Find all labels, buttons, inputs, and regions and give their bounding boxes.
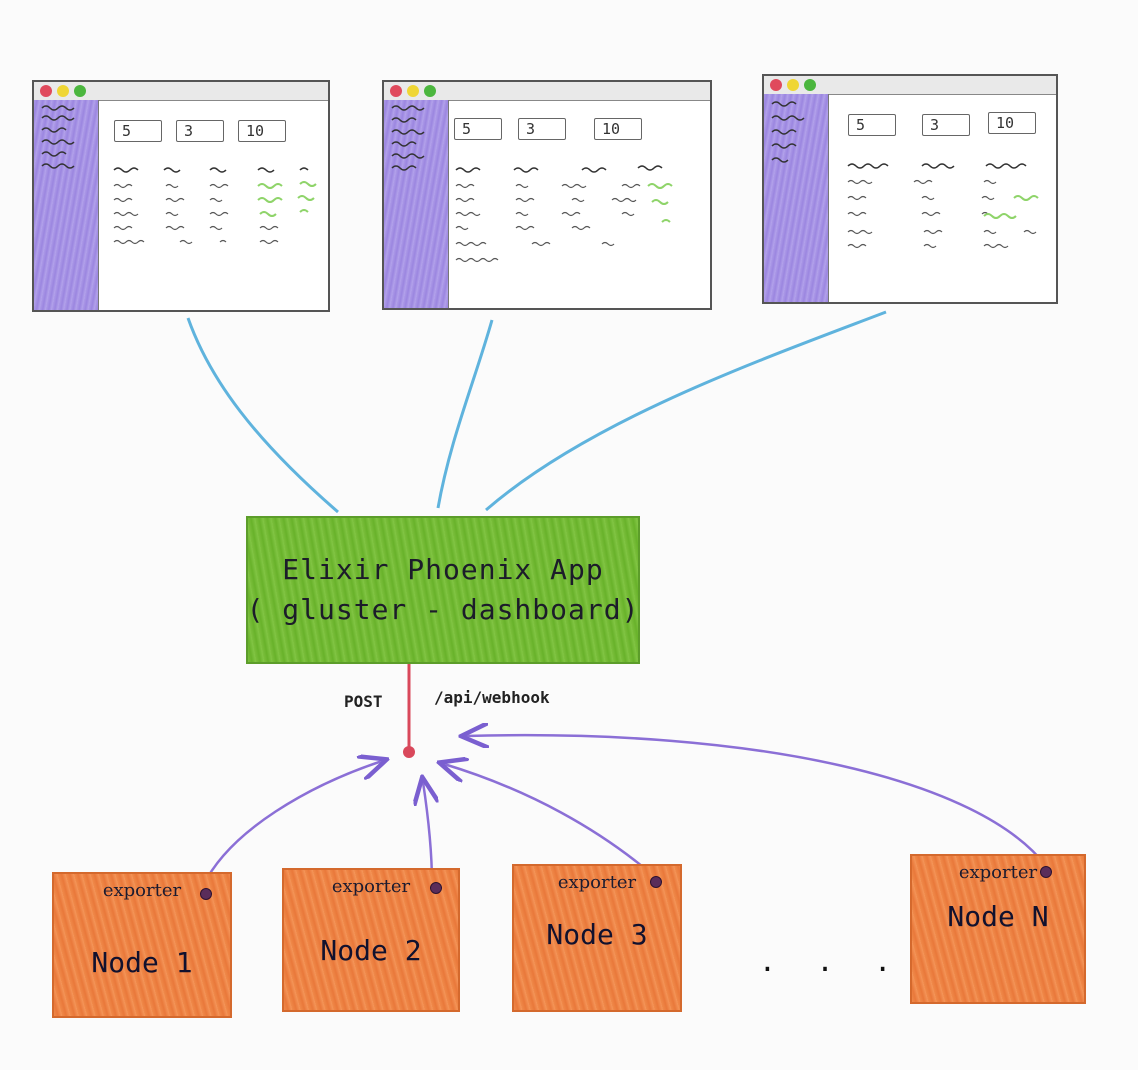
node-box-3: exporter Node 3 <box>512 864 682 1012</box>
maximize-icon <box>424 85 436 97</box>
browser-3-link <box>485 310 887 512</box>
title-bar <box>384 82 710 101</box>
sidebar-menu-scribbles <box>41 105 75 169</box>
table-scribbles <box>455 165 673 263</box>
node-name: Node 2 <box>320 934 422 967</box>
node-box-2: exporter Node 2 <box>282 868 460 1012</box>
node-box-1: exporter Node 1 <box>52 872 232 1018</box>
webhook-endpoint-dot <box>403 746 415 758</box>
more-nodes-ellipsis: . . . <box>762 940 907 980</box>
sidebar-menu-scribbles <box>771 101 805 163</box>
close-icon <box>40 85 52 97</box>
exporter-port-dot <box>200 888 212 900</box>
browser-window-2: 5 3 10 <box>382 80 712 310</box>
maximize-icon <box>74 85 86 97</box>
app-title: Elixir Phoenix App <box>282 553 604 586</box>
stat-box: 3 <box>922 114 970 136</box>
node-name: Node 1 <box>91 946 193 979</box>
maximize-icon <box>804 79 816 91</box>
title-bar <box>764 76 1056 95</box>
node-name: Node 3 <box>546 918 648 951</box>
sidebar <box>384 100 449 308</box>
minimize-icon <box>407 85 419 97</box>
exporter-label: exporter <box>958 862 1038 883</box>
app-subtitle: ( gluster - dashboard) <box>246 593 640 626</box>
table-scribbles <box>847 163 1039 249</box>
browser-window-3: 5 3 10 <box>762 74 1058 304</box>
stat-box: 3 <box>518 118 566 140</box>
stat-box: 3 <box>176 120 224 142</box>
webhook-method-label: POST <box>344 692 383 711</box>
webhook-path-label: /api/webhook <box>434 688 550 707</box>
close-icon <box>770 79 782 91</box>
close-icon <box>390 85 402 97</box>
exporter-port-dot <box>650 876 662 888</box>
stat-box: 5 <box>848 114 896 136</box>
stat-box: 5 <box>454 118 502 140</box>
exporter-port-dot <box>430 882 442 894</box>
minimize-icon <box>787 79 799 91</box>
sidebar-menu-scribbles <box>391 105 425 171</box>
exporter-port-dot <box>1040 866 1052 878</box>
minimize-icon <box>57 85 69 97</box>
title-bar <box>34 82 328 101</box>
stat-box: 10 <box>594 118 642 140</box>
node-name: Node N <box>947 900 1049 933</box>
browser-2-link <box>436 319 494 509</box>
sidebar <box>34 100 99 310</box>
node-n-arrow <box>466 735 1047 867</box>
stat-box: 10 <box>988 112 1036 134</box>
stat-box: 5 <box>114 120 162 142</box>
browser-window-1: 5 3 10 <box>32 80 330 312</box>
node-3-arrow <box>444 764 655 877</box>
phoenix-app-box: Elixir Phoenix App ( gluster - dashboard… <box>246 516 640 664</box>
stat-box: 10 <box>238 120 286 142</box>
browser-1-link <box>186 317 339 514</box>
table-scribbles <box>113 167 317 245</box>
sidebar <box>764 94 829 302</box>
node-box-n: exporter Node N <box>910 854 1086 1004</box>
